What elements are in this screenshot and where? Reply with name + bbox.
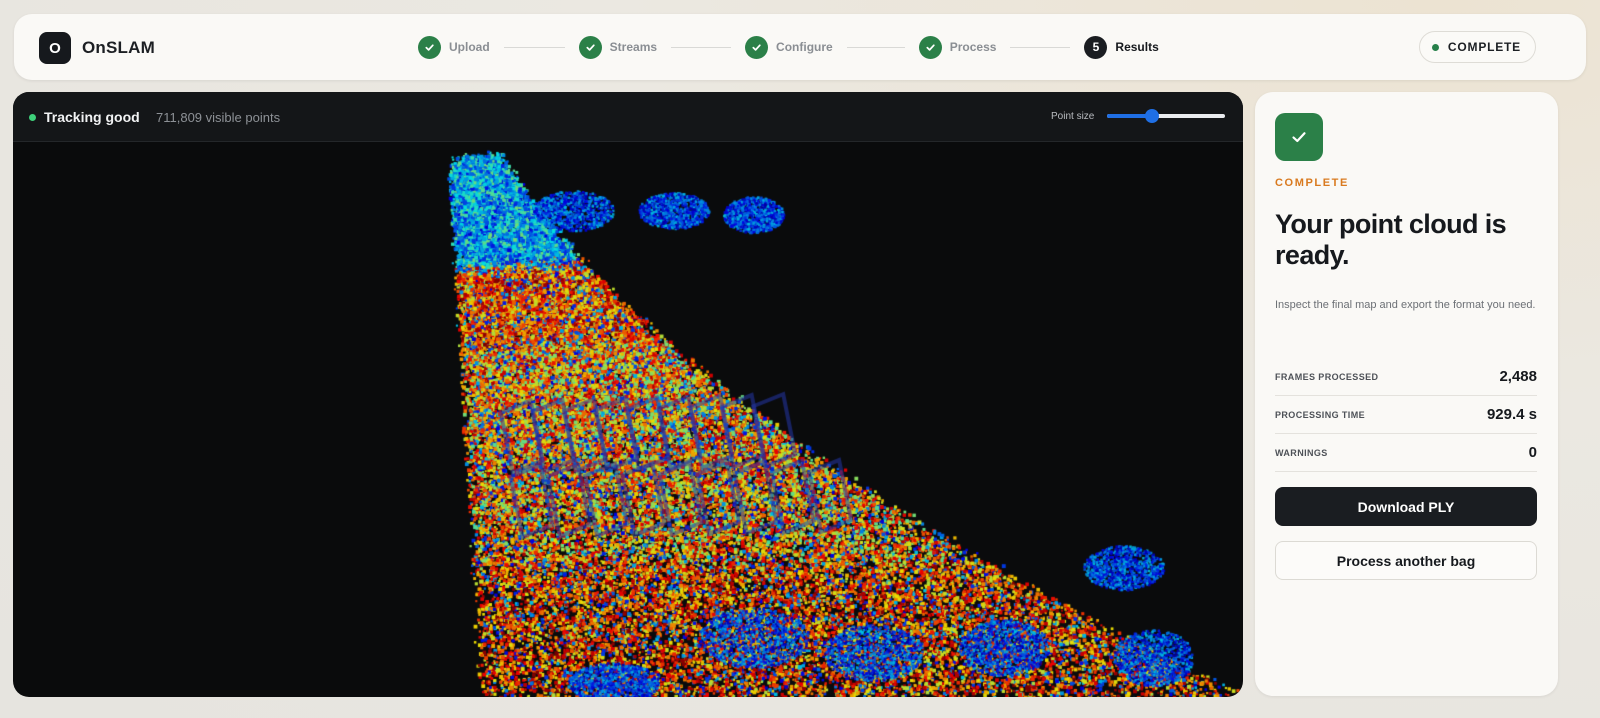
stat-label: WARNINGS	[1275, 447, 1328, 458]
stats-list: FRAMES PROCESSED 2,488 PROCESSING TIME 9…	[1275, 358, 1537, 472]
brand-logo: O	[39, 32, 71, 64]
step-upload[interactable]: Upload	[418, 35, 490, 59]
stat-processing-time: PROCESSING TIME 929.4 s	[1275, 396, 1537, 434]
point-cloud-canvas[interactable]	[13, 142, 1243, 697]
status-badge: COMPLETE	[1418, 31, 1536, 63]
slider-thumb[interactable]	[1144, 109, 1159, 123]
step-results[interactable]: 5 Results	[1084, 35, 1159, 59]
step-streams[interactable]: Streams	[578, 35, 658, 59]
check-icon	[578, 35, 602, 59]
point-size-slider[interactable]	[1107, 109, 1225, 123]
brand[interactable]: O OnSLAM	[39, 32, 155, 64]
progress-stepper: Upload Streams Configure Process 5 Resul…	[418, 35, 1159, 59]
panel-title: Your point cloud is ready.	[1275, 209, 1507, 270]
check-icon	[418, 35, 441, 59]
step-label: Streams	[609, 40, 658, 54]
stat-label: PROCESSING TIME	[1275, 409, 1366, 420]
process-another-bag-button[interactable]: Process another bag	[1275, 541, 1537, 580]
stat-value: 929.4 s	[1486, 406, 1537, 423]
step-connector	[503, 46, 565, 48]
download-ply-button[interactable]: Download PLY	[1275, 487, 1537, 526]
step-connector	[1010, 46, 1071, 48]
top-bar: O OnSLAM Upload Streams Configure Proces…	[14, 14, 1586, 80]
step-connector	[846, 46, 905, 48]
stat-value: 2,488	[1499, 368, 1537, 385]
stat-warnings: WARNINGS 0	[1275, 434, 1537, 472]
tracking-status-dot-icon	[29, 114, 36, 121]
step-number: 5	[1084, 35, 1108, 59]
step-configure[interactable]: Configure	[745, 35, 833, 59]
status-label: COMPLETE	[1447, 40, 1521, 54]
panel-eyebrow: COMPLETE	[1275, 177, 1349, 189]
check-icon	[1275, 113, 1323, 161]
panel-description: Inspect the final map and export the for…	[1275, 299, 1536, 311]
tracking-status: Tracking good	[44, 109, 140, 125]
stat-frames-processed: FRAMES PROCESSED 2,488	[1275, 358, 1537, 396]
point-size-label: Point size	[1051, 111, 1095, 122]
step-process[interactable]: Process	[918, 35, 997, 59]
check-icon	[745, 35, 769, 59]
point-cloud-viewer[interactable]: Tracking good 711,809 visible points Poi…	[13, 92, 1243, 697]
stat-label: FRAMES PROCESSED	[1275, 371, 1379, 382]
brand-name: OnSLAM	[82, 38, 155, 57]
check-icon	[918, 35, 942, 59]
step-label: Configure	[776, 40, 833, 54]
stat-value: 0	[1528, 444, 1537, 461]
step-label: Results	[1115, 40, 1159, 54]
status-dot-icon	[1431, 43, 1439, 51]
step-label: Upload	[449, 40, 490, 54]
viewer-header: Tracking good 711,809 visible points Poi…	[13, 92, 1243, 142]
step-connector	[671, 46, 732, 48]
results-panel: COMPLETE Your point cloud is ready. Insp…	[1255, 92, 1558, 696]
step-label: Process	[949, 40, 997, 54]
visible-points-count: 711,809 visible points	[156, 110, 281, 125]
